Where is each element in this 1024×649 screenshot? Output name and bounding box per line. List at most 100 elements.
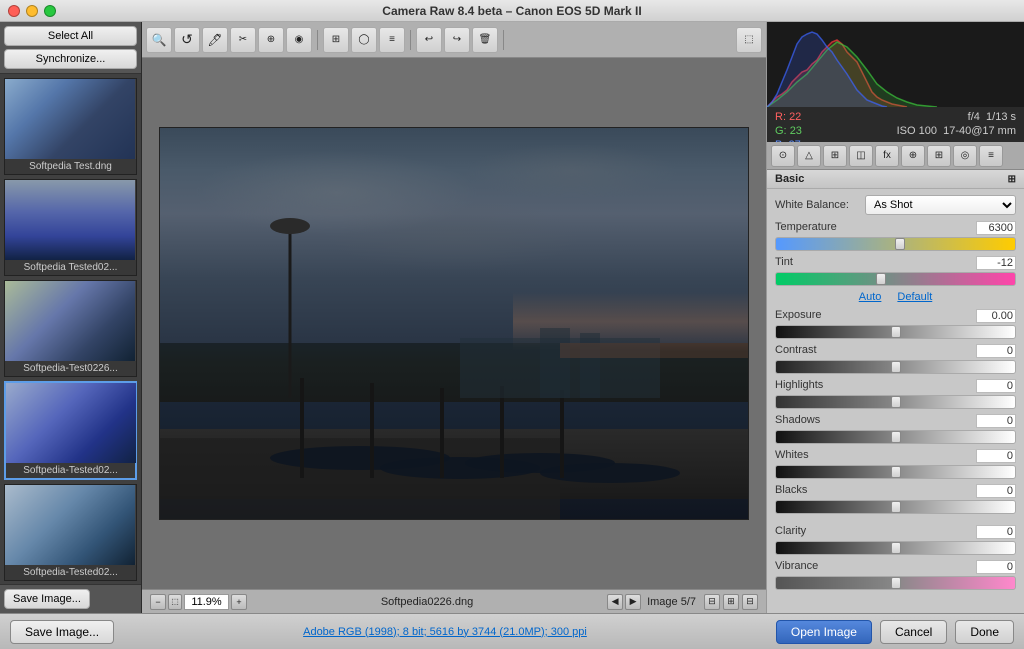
temperature-label: Temperature: [775, 221, 837, 235]
exposure-slider[interactable]: [775, 325, 1016, 339]
temperature-label-row: Temperature 6300: [775, 221, 1016, 235]
shadows-label-row: Shadows: [775, 414, 1016, 428]
highlights-slider[interactable]: [775, 395, 1016, 409]
eyedropper-tool[interactable]: 🖊: [202, 27, 228, 53]
rotate-tool[interactable]: ↺: [174, 27, 200, 53]
wb-select[interactable]: As Shot Auto Daylight Cloudy Custom: [865, 195, 1016, 215]
tab-hsl[interactable]: ◫: [849, 145, 873, 167]
exposure-value[interactable]: [976, 309, 1016, 323]
list-tool[interactable]: ≡: [379, 27, 405, 53]
clarity-value[interactable]: [976, 525, 1016, 539]
tab-lens[interactable]: ⊕: [901, 145, 925, 167]
highlights-label: Highlights: [775, 379, 823, 393]
save-image-button[interactable]: Save Image...: [4, 589, 90, 609]
histogram-area: R: 22 G: 23 B: 27 f/4 1/13 s ISO 100 17-…: [767, 22, 1024, 142]
grid-button[interactable]: ⊞: [723, 594, 739, 610]
tint-thumb: [876, 273, 886, 285]
minimize-button[interactable]: [26, 5, 38, 17]
temperature-value[interactable]: 6300: [976, 221, 1016, 235]
whites-slider[interactable]: [775, 465, 1016, 479]
tint-row: Tint -12: [775, 256, 1016, 286]
panel-section: Basic ⊞ White Balance: As Shot Auto Dayl…: [767, 170, 1024, 613]
maximize-button[interactable]: [44, 5, 56, 17]
tab-detail[interactable]: ⊞: [823, 145, 847, 167]
white-balance-row: White Balance: As Shot Auto Daylight Clo…: [775, 195, 1016, 215]
auto-button[interactable]: Auto: [859, 291, 882, 303]
shadows-slider[interactable]: [775, 430, 1016, 444]
clarity-slider[interactable]: [775, 541, 1016, 555]
zoom-controls: − ⬚ 11.9% +: [150, 594, 247, 610]
tab-presets[interactable]: ≡: [979, 145, 1003, 167]
main-image: [159, 127, 749, 520]
tab-effects[interactable]: ⊞: [927, 145, 951, 167]
radial-tool[interactable]: ◯: [351, 27, 377, 53]
hist-r-value: R: 22: [775, 111, 802, 123]
open-image-button[interactable]: Open Image: [776, 620, 872, 644]
zoom-input[interactable]: 11.9%: [184, 594, 229, 610]
hist-g-value: G: 23: [775, 125, 802, 137]
select-all-button[interactable]: Select All: [4, 26, 137, 46]
contrast-slider[interactable]: [775, 360, 1016, 374]
filter-button[interactable]: ⊟: [704, 594, 720, 610]
window-title: Camera Raw 8.4 beta – Canon EOS 5D Mark …: [382, 4, 641, 18]
thumb-label-3: Softpedia-Test0226...: [5, 361, 136, 376]
blacks-value[interactable]: [976, 484, 1016, 498]
clarity-thumb: [891, 542, 901, 554]
prev-image-button[interactable]: ◀: [607, 594, 623, 610]
close-button[interactable]: [8, 5, 20, 17]
image-container: [142, 58, 766, 589]
crop-tool[interactable]: ✂: [230, 27, 256, 53]
zoom-in-button[interactable]: +: [231, 594, 247, 610]
vibrance-row: Vibrance: [775, 560, 1016, 590]
navigation-buttons: ◀ ▶ Image 5/7: [607, 594, 696, 610]
vibrance-slider[interactable]: [775, 576, 1016, 590]
blacks-slider[interactable]: [775, 500, 1016, 514]
histogram-canvas: [767, 22, 1024, 107]
vibrance-value[interactable]: [976, 560, 1016, 574]
tab-split-toning[interactable]: fx: [875, 145, 899, 167]
section-header: Basic ⊞: [767, 170, 1024, 189]
synchronize-button[interactable]: Synchronize...: [4, 49, 137, 69]
thumb-label-2: Softpedia Tested02...: [5, 260, 136, 275]
filmstrip-item-5[interactable]: Softpedia-Tested02...: [4, 484, 137, 581]
default-button[interactable]: Default: [897, 291, 932, 303]
adjust-tool[interactable]: ⊞: [323, 27, 349, 53]
bottom-info[interactable]: Adobe RGB (1998); 8 bit; 5616 by 3744 (2…: [122, 626, 768, 638]
heal-tool[interactable]: ⊕: [258, 27, 284, 53]
filmstrip-item-1[interactable]: Softpedia Test.dng: [4, 78, 137, 175]
tint-value[interactable]: -12: [976, 256, 1016, 270]
done-button[interactable]: Done: [955, 620, 1014, 644]
next-image-button[interactable]: ▶: [625, 594, 641, 610]
vibrance-thumb: [891, 577, 901, 589]
zoom-tool[interactable]: 🔍: [146, 27, 172, 53]
cancel-button[interactable]: Cancel: [880, 620, 947, 644]
save-image-bottom-button[interactable]: Save Image...: [10, 620, 114, 644]
shadows-value[interactable]: [976, 414, 1016, 428]
redeye-tool[interactable]: ◉: [286, 27, 312, 53]
compare-button[interactable]: ⊟: [742, 594, 758, 610]
contrast-value[interactable]: [976, 344, 1016, 358]
whites-value[interactable]: [976, 449, 1016, 463]
filmstrip-item-4[interactable]: Softpedia-Tested02...: [4, 381, 137, 480]
temperature-slider[interactable]: [775, 237, 1016, 251]
highlights-value[interactable]: [976, 379, 1016, 393]
tab-tone-curve[interactable]: △: [797, 145, 821, 167]
tab-basic-icon[interactable]: ⊙: [771, 145, 795, 167]
filmstrip-header: Select All Synchronize...: [0, 22, 141, 74]
filmstrip-item-3[interactable]: Softpedia-Test0226...: [4, 280, 137, 377]
filmstrip-item-2[interactable]: Softpedia Tested02...: [4, 179, 137, 276]
whites-label-row: Whites: [775, 449, 1016, 463]
zoom-out-button[interactable]: −: [150, 594, 166, 610]
section-title: Basic: [775, 173, 804, 185]
toggle-filmstrip-tool[interactable]: ⬚: [736, 27, 762, 53]
tint-slider[interactable]: [775, 272, 1016, 286]
trash-tool[interactable]: 🗑: [472, 27, 498, 53]
temperature-thumb: [895, 238, 905, 250]
blacks-thumb: [891, 501, 901, 513]
redo-tool[interactable]: ↪: [444, 27, 470, 53]
histogram-svg: [767, 22, 1024, 107]
highlights-thumb: [891, 396, 901, 408]
fit-window-button[interactable]: ⬚: [168, 594, 182, 610]
tab-camera-calibration[interactable]: ◎: [953, 145, 977, 167]
undo-tool[interactable]: ↩: [416, 27, 442, 53]
